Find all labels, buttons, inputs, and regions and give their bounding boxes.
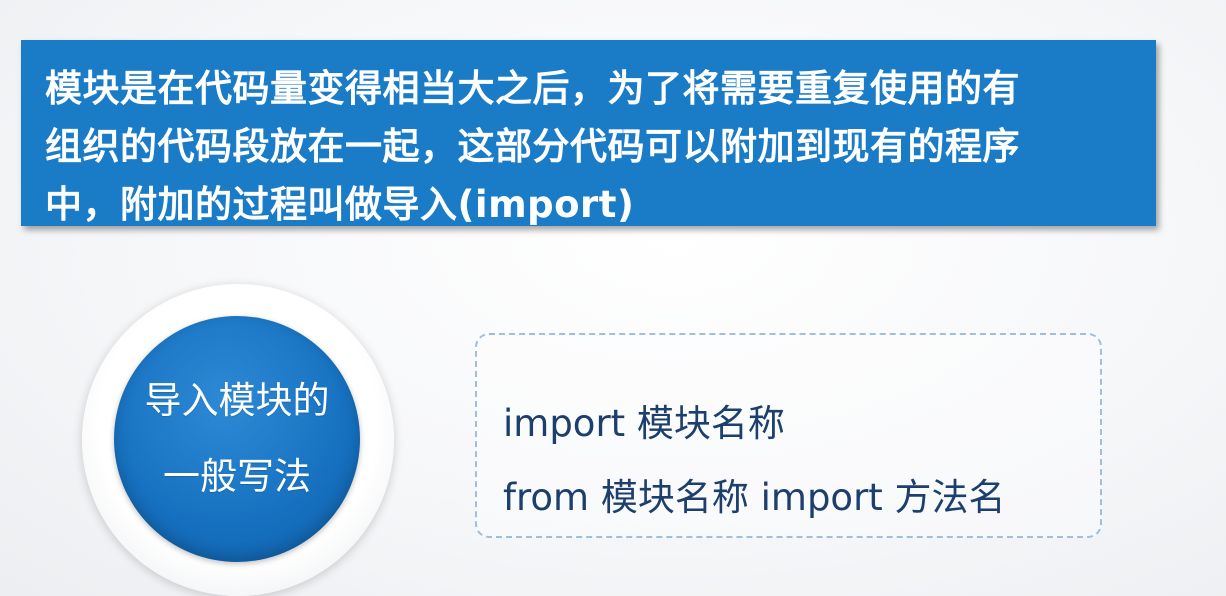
syntax-line-from-import: from 模块名称 import 方法名 — [503, 476, 1006, 519]
circle-label-line-2: 一般写法 — [163, 455, 311, 498]
circle-badge: 导入模块的 一般写法 — [114, 316, 360, 562]
syntax-line-import: import 模块名称 — [503, 402, 785, 445]
syntax-box: import 模块名称 from 模块名称 import 方法名 — [475, 333, 1102, 538]
circle-label-line-1: 导入模块的 — [144, 379, 330, 422]
slide: 模块是在代码量变得相当大之后，为了将需要重复使用的有 组织的代码段放在一起，这部… — [0, 0, 1226, 596]
definition-banner: 模块是在代码量变得相当大之后，为了将需要重复使用的有 组织的代码段放在一起，这部… — [21, 40, 1156, 226]
banner-line-3: 中，附加的过程叫做导入(import) — [45, 183, 635, 226]
banner-line-2: 组织的代码段放在一起，这部分代码可以附加到现有的程序 — [45, 125, 1020, 168]
banner-line-1: 模块是在代码量变得相当大之后，为了将需要重复使用的有 — [45, 67, 1020, 110]
